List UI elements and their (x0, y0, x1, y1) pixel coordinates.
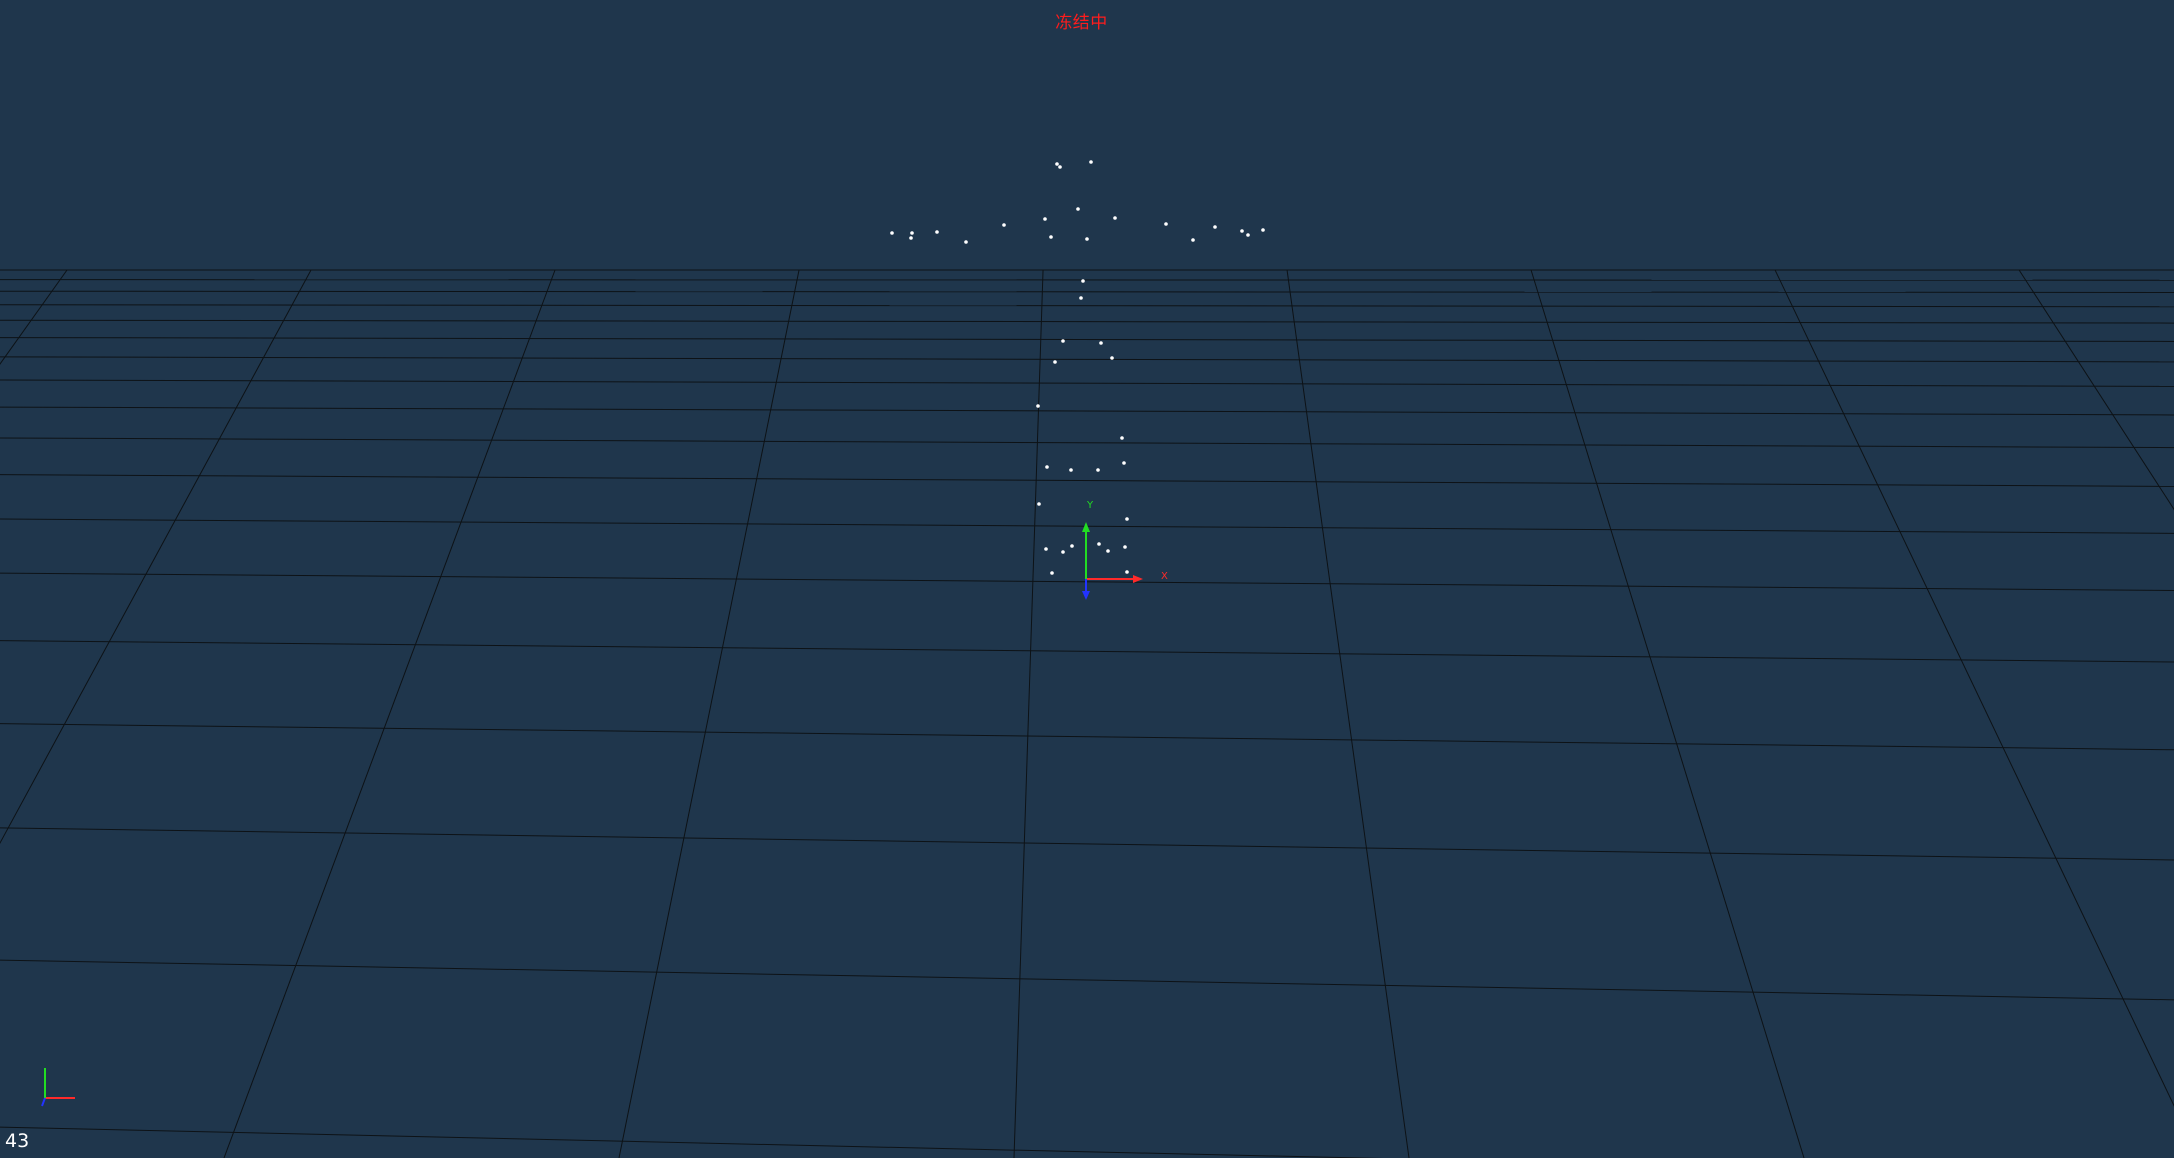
grid-line-cross (0, 304, 2174, 308)
marker-point (1122, 461, 1126, 465)
grid-line-cross (0, 356, 2174, 363)
grid-line-cross (0, 474, 2174, 487)
origin-axes-gizmo: X Y (1082, 500, 1168, 600)
marker-point (1043, 217, 1047, 221)
origin-y-axis-arrowhead (1082, 522, 1090, 532)
scene-canvas[interactable]: X Y (0, 0, 2174, 1158)
marker-point (1076, 207, 1080, 211)
grid-line-depth (1774, 269, 2174, 1107)
marker-point (1106, 549, 1110, 553)
grid-line-cross (0, 959, 2174, 1001)
grid-line-depth (0, 269, 68, 365)
grid-line-depth (1286, 269, 1410, 1158)
marker-point (1125, 517, 1129, 521)
ground-grid (0, 269, 2174, 1158)
marker-point (1058, 165, 1062, 169)
marker-point (1061, 550, 1065, 554)
3d-viewport[interactable]: X Y 冻结中 43 (0, 0, 2174, 1158)
marker-point (1164, 222, 1168, 226)
marker-point (1049, 235, 1053, 239)
origin-x-axis-label: X (1161, 571, 1168, 582)
grid-line-cross (0, 337, 2174, 342)
origin-z-axis-arrowhead (1082, 591, 1090, 600)
marker-point (1050, 571, 1054, 575)
grid-line-cross (0, 1126, 1384, 1158)
marker-point (1099, 341, 1103, 345)
marker-point (935, 230, 939, 234)
grid-line-cross (0, 640, 2174, 663)
marker-point (1125, 570, 1129, 574)
grid-line-cross (0, 279, 2174, 281)
grid-line-cross (0, 290, 2174, 293)
marker-point (1110, 356, 1114, 360)
marker-point (964, 240, 968, 244)
orientation-gizmo (41, 1068, 75, 1107)
marker-point (1120, 436, 1124, 440)
marker-point (1079, 296, 1083, 300)
marker-point (909, 236, 913, 240)
marker-point (890, 231, 894, 235)
marker-point (1045, 465, 1049, 469)
marker-point (1089, 160, 1093, 164)
marker-point (1061, 339, 1065, 343)
grid-line-depth (2018, 269, 2174, 511)
marker-point (1070, 544, 1074, 548)
marker-point (1085, 237, 1089, 241)
grid-line-depth (1530, 269, 1805, 1158)
marker-point (1053, 360, 1057, 364)
marker-point (1097, 542, 1101, 546)
grid-line-cross (0, 437, 2174, 449)
fps-counter: 43 (5, 1130, 30, 1152)
marker-point (910, 231, 914, 235)
marker-point (1081, 279, 1085, 283)
grid-line-cross (0, 319, 2174, 324)
origin-y-axis-label: Y (1086, 500, 1094, 511)
grid-line-depth (223, 269, 556, 1158)
orientation-z-axis (41, 1097, 46, 1107)
marker-point (1002, 223, 1006, 227)
grid-line-depth (0, 269, 312, 845)
marker-point (1044, 547, 1048, 551)
marker-point (1036, 404, 1040, 408)
marker-point (1069, 468, 1073, 472)
marker-point (1213, 225, 1217, 229)
grid-line-cross (0, 379, 2174, 387)
marker-point-cloud (890, 160, 1265, 575)
grid-line-cross (0, 723, 2174, 751)
marker-point (1055, 162, 1059, 166)
grid-line-cross (0, 827, 2174, 861)
marker-point (1240, 229, 1244, 233)
marker-point (1261, 228, 1265, 232)
marker-point (1246, 233, 1250, 237)
marker-point (1037, 502, 1041, 506)
marker-point (1113, 216, 1117, 220)
grid-line-cross (0, 406, 2174, 416)
marker-point (1123, 545, 1127, 549)
grid-line-depth (618, 269, 800, 1158)
marker-point (1191, 238, 1195, 242)
marker-point (1096, 468, 1100, 472)
grid-line-depth (1013, 269, 1044, 1158)
status-label: 冻结中 (1055, 13, 1108, 33)
